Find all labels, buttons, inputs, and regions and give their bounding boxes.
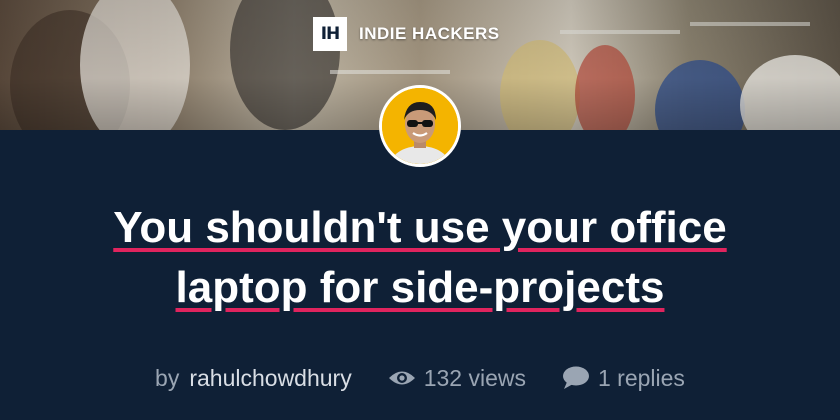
by-label: by [155,364,180,391]
avatar-portrait-icon [382,88,458,164]
post-title-line-1: You shouldn't use your office [113,203,727,252]
post-meta: by rahulchowdhury 132 views 1 replies [0,360,840,396]
brand-logo[interactable]: IH INDIE HACKERS [313,17,500,51]
post-title-line-2: laptop for side-projects [175,263,665,312]
replies-count[interactable]: 1 replies [562,365,685,392]
author-avatar[interactable] [379,85,461,167]
views-label: 132 views [423,364,526,391]
speech-bubble-icon [563,366,589,389]
replies-label: 1 replies [598,364,685,391]
indie-hackers-logo-icon: IH [313,17,347,51]
views-count: 132 views [388,365,526,392]
author-link[interactable]: rahulchowdhury [189,365,351,392]
post-title[interactable]: You shouldn't use your office laptop for… [60,198,780,318]
brand-name: INDIE HACKERS [359,24,500,43]
eye-icon [388,371,415,385]
